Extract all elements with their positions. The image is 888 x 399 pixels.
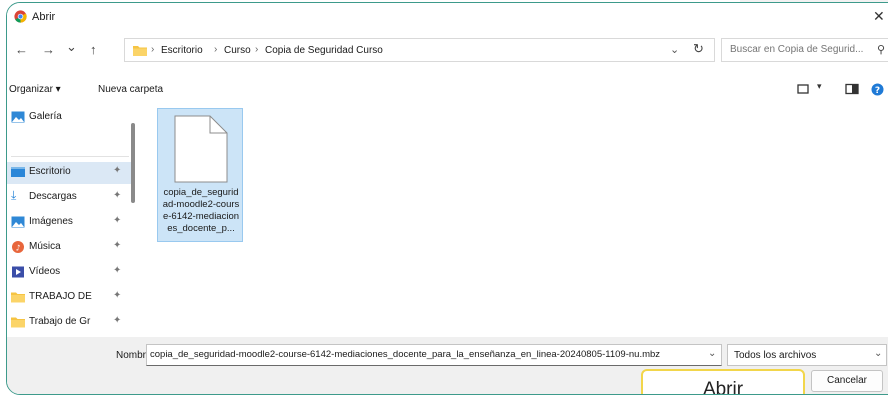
search-input[interactable]	[730, 44, 870, 55]
pin-icon[interactable]: ✦	[113, 165, 121, 176]
sidebar-item-label: Imágenes	[29, 216, 73, 227]
organize-menu[interactable]: Organizar ▾	[9, 84, 61, 95]
sidebar-item-escritorio[interactable]: Escritorio ✦	[7, 162, 135, 184]
file-type-select[interactable]: Todos los archivos ⌄	[727, 344, 887, 366]
chevron-down-icon[interactable]: ⌄	[66, 39, 77, 55]
view-mode-icon[interactable]	[797, 83, 809, 95]
window-title: Abrir	[32, 11, 56, 23]
refresh-icon[interactable]: ↻	[693, 41, 704, 57]
sidebar-item-label: Vídeos	[29, 266, 61, 277]
up-arrow-icon[interactable]: ↑	[90, 42, 97, 57]
cancel-button[interactable]: Cancelar	[811, 370, 883, 392]
gallery-icon	[11, 111, 25, 123]
file-list: copia_de_seguridad-moodle2-course-6142-m…	[145, 103, 888, 335]
chevron-down-icon[interactable]: ⌄	[670, 43, 679, 56]
desktop-icon	[11, 167, 25, 177]
pin-icon[interactable]: ✦	[113, 290, 121, 301]
file-type-value: Todos los archivos	[734, 350, 817, 361]
videos-icon	[12, 266, 24, 278]
search-box[interactable]: ⚲	[721, 38, 888, 62]
chrome-icon	[14, 10, 27, 23]
new-folder-button[interactable]: Nueva carpeta	[98, 84, 163, 95]
document-icon	[174, 115, 228, 183]
toolbar: Organizar ▾ Nueva carpeta ▾ ?	[7, 78, 888, 102]
sidebar-scrollbar[interactable]	[131, 123, 135, 203]
file-name: copia_de_seguridad-moodle2-course-6142-m…	[162, 187, 240, 234]
pin-icon[interactable]: ✦	[113, 190, 121, 201]
breadcrumb-escritorio[interactable]: Escritorio	[161, 45, 203, 56]
sidebar-item-trabajo-de[interactable]: TRABAJO DE ✦	[7, 287, 135, 309]
title-bar: Abrir ✕	[7, 3, 888, 31]
pin-icon[interactable]: ✦	[113, 215, 121, 226]
music-icon: ♪	[12, 241, 24, 253]
sidebar-item-label: Escritorio	[29, 166, 71, 177]
sidebar-item-label: TRABAJO DE	[29, 291, 92, 302]
pin-icon[interactable]: ✦	[113, 265, 121, 276]
sidebar-item-imagenes[interactable]: Imágenes ✦	[7, 212, 135, 234]
chevron-down-icon[interactable]: ▾	[817, 81, 822, 92]
file-name-input[interactable]	[150, 349, 705, 360]
sidebar-item-label: Música	[29, 241, 61, 252]
sidebar-item-trabajo-de-gr[interactable]: Trabajo de Gr ✦	[7, 312, 135, 334]
navigation-pane: Galería Escritorio ✦ ⤓ Descargas ✦ Imáge…	[7, 103, 141, 335]
file-item[interactable]: copia_de_seguridad-moodle2-course-6142-m…	[157, 108, 243, 242]
chevron-down-icon[interactable]: ⌄	[708, 348, 716, 359]
close-icon[interactable]: ✕	[873, 8, 885, 25]
back-arrow-icon[interactable]: ←	[15, 42, 28, 57]
sidebar-item-videos[interactable]: Vídeos ✦	[7, 262, 135, 284]
open-button[interactable]: Abrir	[641, 369, 805, 394]
sidebar-item-musica[interactable]: ♪ Música ✦	[7, 237, 135, 259]
svg-text:?: ?	[875, 86, 880, 96]
forward-arrow-icon[interactable]: →	[42, 42, 55, 57]
footer-bar: Nombre: ⌄ Todos los archivos ⌄ Abrir Can…	[7, 337, 888, 394]
address-row: ← → ⌄ ↑ › Escritorio › Curso › Copia de …	[7, 35, 888, 65]
sidebar-item-label: Trabajo de Gr	[29, 316, 91, 327]
search-icon[interactable]: ⚲	[877, 43, 885, 56]
sidebar-item-label: Descargas	[29, 191, 77, 202]
sidebar-item-descargas[interactable]: ⤓ Descargas ✦	[7, 187, 135, 209]
folder-icon	[133, 46, 147, 56]
svg-text:♪: ♪	[15, 244, 20, 253]
chevron-down-icon[interactable]: ⌄	[874, 348, 882, 359]
breadcrumb-curso[interactable]: Curso	[224, 45, 251, 56]
breadcrumb-separator: ›	[214, 44, 218, 55]
help-icon[interactable]: ?	[871, 83, 884, 96]
breadcrumb-copia-de-seguridad[interactable]: Copia de Seguridad Curso	[265, 45, 383, 56]
divider	[11, 156, 129, 157]
folder-icon	[11, 317, 25, 328]
download-icon: ⤓	[11, 188, 17, 202]
pin-icon[interactable]: ✦	[113, 240, 121, 251]
pin-icon[interactable]: ✦	[113, 315, 121, 326]
open-file-dialog: Abrir ✕ ← → ⌄ ↑ › Escritorio › Curso › C…	[6, 2, 888, 395]
folder-icon	[11, 292, 25, 303]
address-bar[interactable]: › Escritorio › Curso › Copia de Segurida…	[124, 38, 715, 62]
file-name-field[interactable]: ⌄	[146, 344, 722, 366]
sidebar-item-galeria[interactable]: Galería	[7, 107, 135, 129]
pictures-icon	[11, 216, 25, 228]
breadcrumb-separator: ›	[151, 44, 155, 55]
sidebar-item-label: Galería	[29, 111, 62, 122]
breadcrumb-separator: ›	[255, 44, 259, 55]
preview-pane-icon[interactable]	[845, 83, 859, 95]
